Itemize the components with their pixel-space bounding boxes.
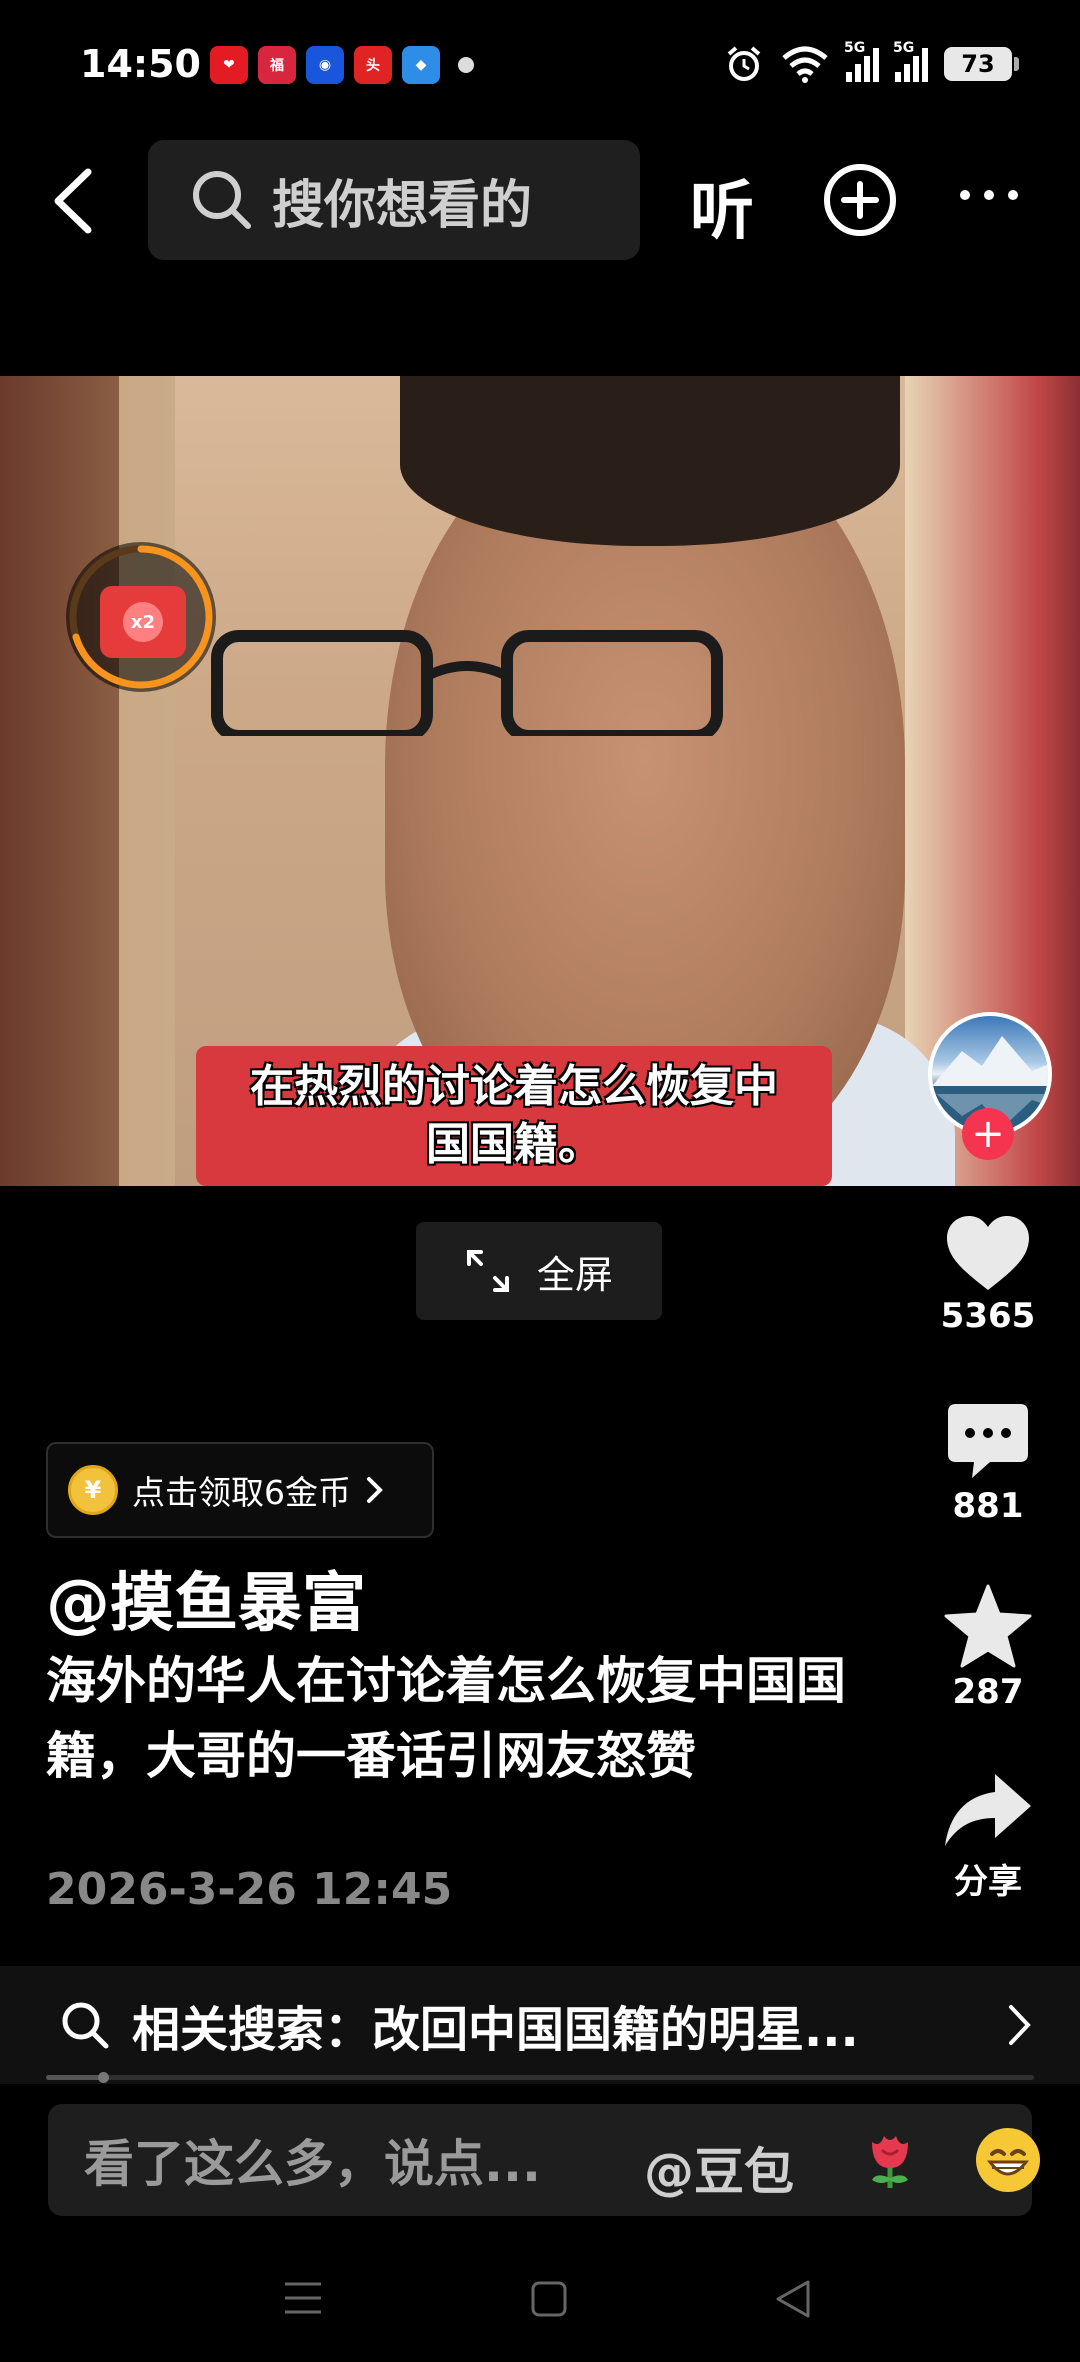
home-nav-icon[interactable] (530, 2280, 568, 2318)
heart-icon (947, 1216, 1029, 1290)
glasses-shape (211, 630, 723, 736)
back-arrow-icon (54, 168, 92, 234)
listen-button[interactable]: 听 (690, 160, 754, 252)
comment-button[interactable]: 881 (898, 1402, 1078, 1526)
top-bar: 搜你想看的 听 (0, 140, 1080, 262)
related-search-bar[interactable]: 相关搜索：改回中国国籍的明星... (0, 1966, 1080, 2084)
app-notification-icon: ❤ (210, 46, 248, 84)
favorite-button[interactable]: 287 (898, 1584, 1078, 1712)
bank-notification-icon: ◉ (306, 46, 344, 84)
chevron-right-icon (367, 1477, 383, 1503)
more-notifications-dot (458, 57, 474, 73)
fullscreen-label: 全屏 (536, 1252, 613, 1297)
search-icon (193, 171, 251, 229)
comment-icon (948, 1404, 1028, 1478)
search-placeholder: 搜你想看的 (272, 175, 533, 236)
doubao-mention-button[interactable]: @豆包 (644, 2132, 794, 2204)
status-bar: 14:50 ❤ 福 ◉ 头 ◆ 5G 5G 73 (0, 0, 1080, 130)
app-notification-icon: ◆ (402, 46, 440, 84)
menu-nav-icon[interactable] (283, 2280, 323, 2316)
video-hair-shape (400, 376, 900, 546)
share-icon (945, 1774, 1031, 1846)
app-notification-icon: 福 (258, 46, 296, 84)
share-label: 分享 (954, 1862, 1022, 1902)
coin-reward-label: 点击领取6金币 (132, 1473, 351, 1512)
share-button[interactable]: 分享 (898, 1770, 1078, 1903)
rose-emoji-icon[interactable] (858, 2128, 922, 2192)
author-name[interactable]: @摸鱼暴富 (46, 1552, 366, 1644)
signal-1-icon: 5G (844, 40, 879, 82)
like-count: 5365 (940, 1296, 1036, 1336)
red-packet-icon[interactable]: x2 (100, 586, 186, 658)
reward-multiplier: x2 (123, 602, 163, 642)
video-caption: 在热烈的讨论着怎么恢复中国国籍。 (196, 1046, 832, 1186)
alarm-icon (727, 46, 761, 81)
back-nav-icon[interactable] (772, 2278, 812, 2320)
add-circle-icon (824, 164, 896, 236)
progress-fill (46, 2075, 104, 2080)
search-icon (62, 2002, 109, 2049)
related-search-text: 相关搜索：改回中国国籍的明星... (132, 2002, 859, 2058)
status-time: 14:50 (80, 42, 201, 86)
post-description[interactable]: 海外的华人在讨论着怎么恢复中国国籍，大哥的一番话引网友怒赞 (46, 1644, 846, 1794)
video-progress-bar[interactable] (46, 2072, 1034, 2083)
coin-icon: ¥ (68, 1465, 118, 1515)
expand-icon (466, 1250, 509, 1292)
back-button[interactable] (40, 158, 110, 244)
comment-input[interactable]: 看了这么多，说点... @豆包 (48, 2104, 1040, 2216)
notification-icons: ❤ 福 ◉ 头 ◆ (210, 46, 474, 84)
toutiao-notification-icon: 头 (354, 46, 392, 84)
fullscreen-button[interactable]: 全屏 (416, 1222, 662, 1320)
more-icon[interactable] (960, 190, 1018, 200)
status-indicators: 5G 5G 73 (724, 40, 1019, 84)
system-navigation-bar (0, 2250, 1080, 2362)
wifi-icon (782, 46, 828, 83)
coin-reward-button[interactable]: ¥ 点击领取6金币 (46, 1442, 434, 1538)
signal-2-icon: 5G (893, 40, 928, 82)
comment-placeholder: 看了这么多，说点... (84, 2135, 541, 2193)
star-icon (944, 1584, 1032, 1668)
network-type-label: 5G (844, 40, 866, 56)
create-button[interactable] (822, 162, 898, 242)
like-button[interactable]: 5365 (898, 1214, 1078, 1336)
video-player[interactable]: 在热烈的讨论着怎么恢复中国国籍。 (0, 376, 1080, 1186)
chevron-right-icon (1009, 2005, 1031, 2045)
grin-emoji-icon[interactable] (976, 2128, 1040, 2192)
favorite-count: 287 (952, 1672, 1024, 1712)
comment-count: 881 (952, 1486, 1024, 1526)
network-type-label: 5G (893, 40, 915, 56)
search-input[interactable]: 搜你想看的 (148, 140, 640, 260)
post-datetime: 2026-3-26 12:45 (46, 1864, 453, 1915)
follow-button[interactable]: + (962, 1108, 1014, 1160)
battery-indicator: 73 (944, 47, 1019, 81)
